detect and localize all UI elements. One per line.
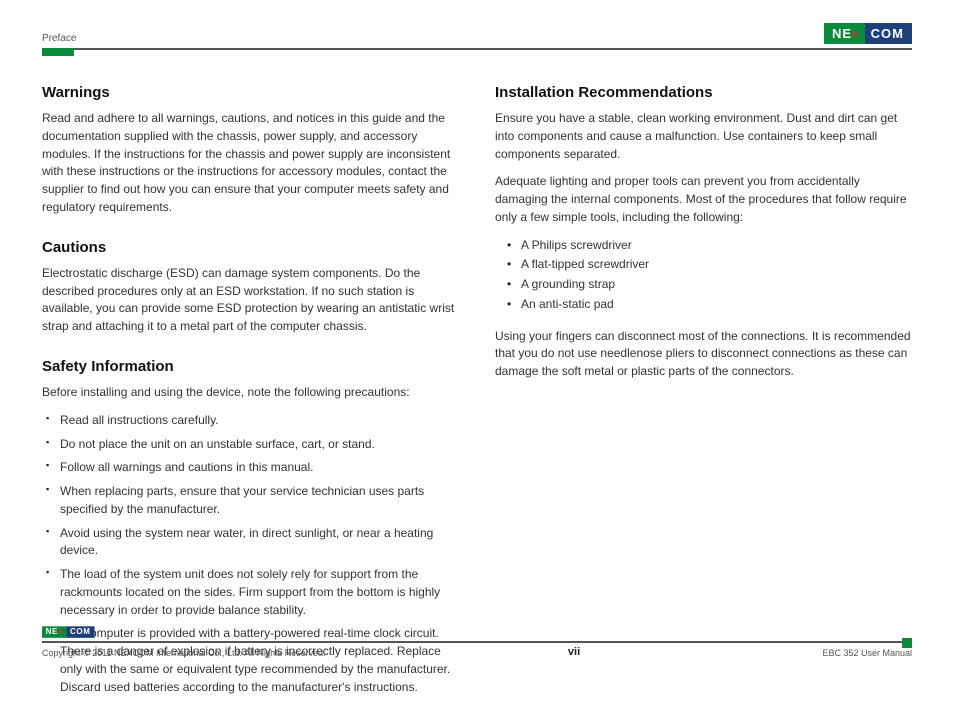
safety-intro: Before installing and using the device, … xyxy=(42,384,459,402)
cautions-heading: Cautions xyxy=(42,237,459,259)
install-p3: Using your fingers can disconnect most o… xyxy=(495,328,912,381)
list-item: A grounding strap xyxy=(507,276,912,294)
doc-title: EBC 352 User Manual xyxy=(822,648,912,658)
list-item: Read all instructions carefully. xyxy=(46,412,459,430)
list-item: The load of the system unit does not sol… xyxy=(46,566,459,619)
header-rule-tab xyxy=(42,48,74,56)
tools-list: A Philips screwdriver A flat-tipped scre… xyxy=(495,237,912,314)
list-item: Do not place the unit on an unstable sur… xyxy=(46,436,459,454)
list-item: A flat-tipped screwdriver xyxy=(507,256,912,274)
list-item: Avoid using the system near water, in di… xyxy=(46,525,459,561)
footer: NE✕COM Copyright © 2011 NEXCOM Internati… xyxy=(42,618,912,658)
logo-x-icon: ✕ xyxy=(851,29,860,39)
logo-right: COM xyxy=(865,23,912,44)
list-item: Follow all warnings and cautions in this… xyxy=(46,459,459,477)
safety-heading: Safety Information xyxy=(42,356,459,378)
section-label: Preface xyxy=(42,33,76,44)
logo-right: COM xyxy=(66,626,94,638)
header-rule xyxy=(42,48,912,50)
page-number: vii xyxy=(568,646,580,658)
cautions-body: Electrostatic discharge (ESD) can damage… xyxy=(42,265,459,336)
header-bar: Preface NE✕COM xyxy=(42,18,912,44)
list-item: A Philips screwdriver xyxy=(507,237,912,255)
logo-left: NE✕ xyxy=(824,23,865,44)
logo-x-icon: ✕ xyxy=(57,628,63,635)
footer-rule xyxy=(42,641,912,643)
list-item: An anti-static pad xyxy=(507,296,912,314)
warnings-section: Warnings Read and adhere to all warnings… xyxy=(42,82,459,217)
warnings-body: Read and adhere to all warnings, caution… xyxy=(42,110,459,217)
logo-left: NE✕ xyxy=(42,626,66,638)
brand-logo: NE✕COM xyxy=(824,22,912,44)
install-section: Installation Recommendations Ensure you … xyxy=(495,82,912,381)
copyright: Copyright © 2011 NEXCOM International Co… xyxy=(42,648,326,658)
list-item: When replacing parts, ensure that your s… xyxy=(46,483,459,519)
install-p1: Ensure you have a stable, clean working … xyxy=(495,110,912,163)
install-heading: Installation Recommendations xyxy=(495,82,912,104)
footer-logo: NE✕COM xyxy=(42,624,668,640)
warnings-heading: Warnings xyxy=(42,82,459,104)
footer-rule-tab xyxy=(902,638,912,648)
install-p2: Adequate lighting and proper tools can p… xyxy=(495,173,912,226)
cautions-section: Cautions Electrostatic discharge (ESD) c… xyxy=(42,237,459,336)
